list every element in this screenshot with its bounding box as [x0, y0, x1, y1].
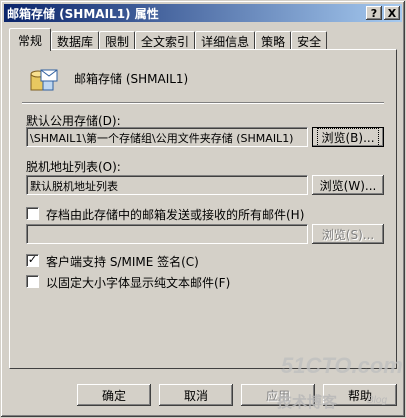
- smime-label: 客户端支持 S/MIME 签名(C): [46, 255, 199, 269]
- tab-fulltext-index[interactable]: 全文索引: [135, 31, 196, 51]
- ok-button[interactable]: 确定: [77, 384, 151, 406]
- tab-security[interactable]: 安全: [291, 31, 328, 51]
- browse-offline-button[interactable]: 浏览(W)...: [312, 175, 384, 195]
- window-title: 邮箱存储 (SHMAIL1) 属性: [7, 6, 159, 21]
- archive-field[interactable]: [26, 224, 308, 244]
- archive-checkbox[interactable]: [26, 207, 39, 220]
- tab-details[interactable]: 详细信息: [195, 31, 256, 51]
- fixed-font-checkbox[interactable]: [26, 275, 39, 288]
- close-title-button[interactable]: X: [384, 6, 400, 20]
- store-name: 邮箱存储 (SHMAIL1): [74, 72, 189, 86]
- tab-strip: 常规 数据库 限制 全文索引 详细信息 策略 安全: [9, 28, 328, 51]
- fixed-font-label: 以固定大小字体显示纯文本邮件(F): [46, 276, 231, 290]
- archive-label: 存档由此存储中的邮箱发送或接收的所有邮件(H): [46, 208, 305, 222]
- browse-public-store-button[interactable]: 浏览(B)...: [312, 127, 384, 147]
- tab-policies[interactable]: 策略: [255, 31, 292, 51]
- smime-checkbox[interactable]: ✓: [26, 254, 39, 267]
- watermark-text: 技术博客: [277, 393, 338, 411]
- public-store-field[interactable]: \SHMAIL1\第一个存储组\公用文件夹存储 (SHMAIL1): [26, 127, 308, 147]
- tab-general[interactable]: 常规: [9, 28, 52, 51]
- browse-archive-button[interactable]: 浏览(S)...: [312, 224, 384, 244]
- offline-address-label: 脱机地址列表(O):: [26, 160, 121, 174]
- properties-dialog: 邮箱存储 (SHMAIL1) 属性 ? X 常规 数据库 限制 全文索引 详细信…: [0, 0, 406, 418]
- general-panel: 邮箱存储 (SHMAIL1) 默认公用存储(D): \SHMAIL1\第一个存储…: [9, 49, 397, 369]
- browse-public-store-label: 浏览(B)...: [317, 127, 379, 147]
- mailbox-store-icon: [30, 69, 58, 91]
- tab-limits[interactable]: 限制: [99, 31, 136, 51]
- title-bar: 邮箱存储 (SHMAIL1) 属性 ? X: [4, 4, 402, 22]
- watermark-blog: Blog: [367, 395, 388, 406]
- help-title-button[interactable]: ?: [366, 6, 382, 20]
- watermark-site: 51CTO.com: [281, 353, 403, 378]
- offline-address-field[interactable]: 默认脱机地址列表: [26, 175, 308, 195]
- tab-database[interactable]: 数据库: [51, 31, 100, 51]
- cancel-button[interactable]: 取消: [159, 384, 233, 406]
- separator: [22, 102, 384, 104]
